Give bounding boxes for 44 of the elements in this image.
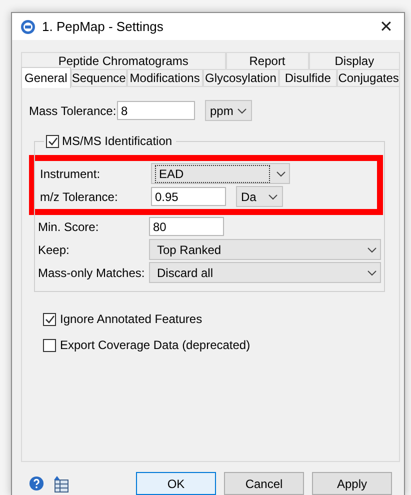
text-field[interactable]: 80 <box>149 217 224 236</box>
field-label: Min. Score: <box>38 220 100 234</box>
tab[interactable]: Display <box>308 52 400 69</box>
checkbox[interactable] <box>46 134 59 148</box>
app-icon <box>20 18 36 34</box>
dialog-button[interactable]: OK <box>136 472 216 495</box>
group-label: MS/MS Identification <box>62 134 172 148</box>
dialog-button[interactable]: Apply <box>312 472 392 495</box>
checkmark-icon <box>48 136 58 146</box>
field-label: Instrument: <box>40 166 102 180</box>
text-field[interactable]: 0.95 <box>151 187 226 206</box>
checkbox[interactable] <box>43 338 56 352</box>
checkbox[interactable] <box>43 312 56 326</box>
chevron-down-icon <box>268 194 278 200</box>
tab[interactable]: Sequence <box>70 69 127 86</box>
checkmark-icon <box>44 314 54 324</box>
text-field[interactable]: 8 <box>117 101 195 120</box>
window-title: 1. PepMap - Settings <box>42 19 164 34</box>
tab[interactable]: Report <box>226 52 309 69</box>
dropdown[interactable]: EAD <box>151 163 290 184</box>
unit-dropdown[interactable]: ppm <box>205 100 252 121</box>
checkbox-label: Export Coverage Data (deprecated) <box>60 338 250 352</box>
help-icon[interactable] <box>29 476 44 491</box>
tab[interactable]: Disulfide <box>278 69 338 86</box>
unit-dropdown[interactable]: Da <box>236 186 283 207</box>
dialog-button[interactable]: Cancel <box>224 472 304 495</box>
dropdown[interactable]: Top Ranked <box>149 239 381 260</box>
chevron-down-icon <box>367 246 377 252</box>
field-label: m/z Tolerance: <box>40 190 119 204</box>
tab[interactable]: General <box>21 67 71 88</box>
dropdown[interactable]: Discard all <box>149 262 381 283</box>
chevron-down-icon <box>237 108 247 114</box>
table-icon[interactable] <box>52 474 70 492</box>
tab[interactable]: Conjugates <box>337 69 400 86</box>
tab[interactable]: Modifications <box>126 69 203 86</box>
tab[interactable]: Peptide Chromatograms <box>21 52 226 69</box>
checkbox-label: Ignore Annotated Features <box>60 312 202 326</box>
tab[interactable]: Glycosylation <box>202 69 279 86</box>
field-label: Keep: <box>38 242 70 256</box>
field-label: Mass-only Matches: <box>38 266 146 280</box>
chevron-down-icon <box>276 170 286 176</box>
close-button[interactable]: ✕ <box>374 16 398 36</box>
chevron-down-icon <box>367 270 377 276</box>
field-label: Mass Tolerance: <box>29 104 117 118</box>
